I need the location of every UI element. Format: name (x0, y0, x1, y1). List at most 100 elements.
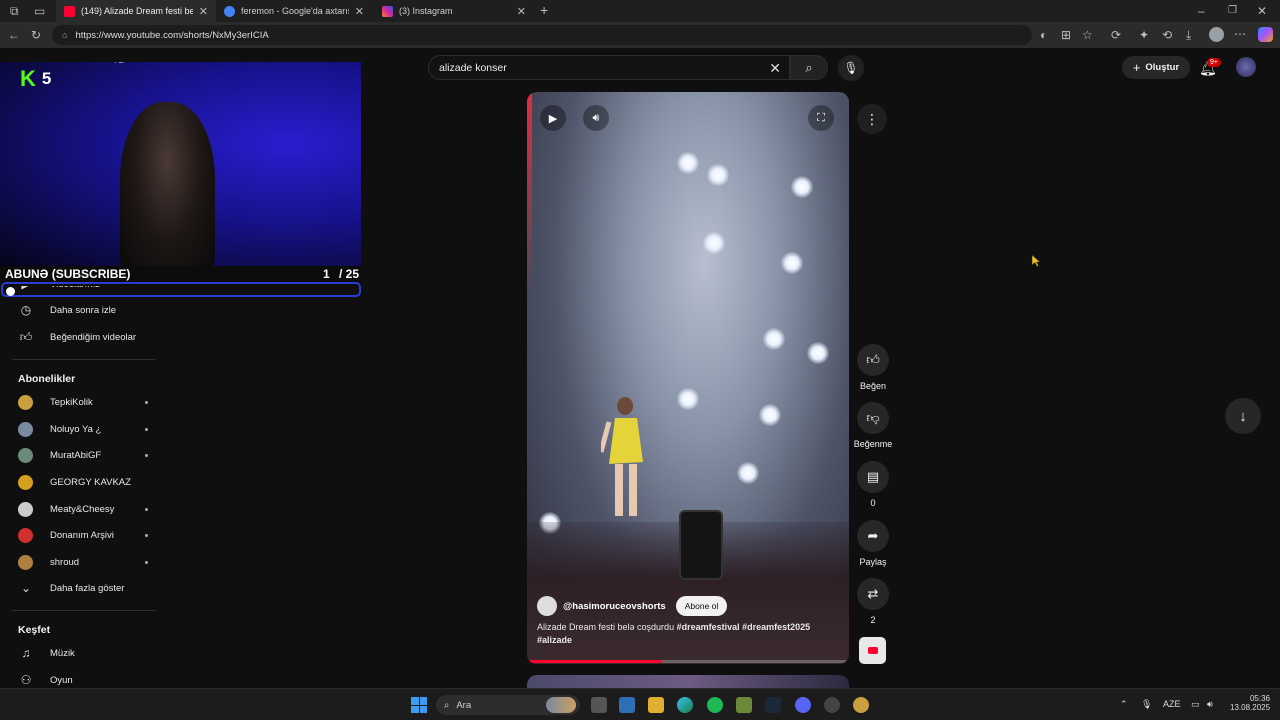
next-video-button[interactable]: ↓ (1225, 398, 1261, 434)
caption-hashtag[interactable]: #alizade (537, 635, 572, 645)
volume-icon[interactable]: 🔊︎ (1207, 699, 1213, 710)
search-button[interactable]: ⌕ (790, 55, 828, 80)
edge-icon[interactable] (677, 697, 693, 713)
app-icon[interactable] (853, 697, 869, 713)
sync-icon[interactable]: ⟳ (1111, 29, 1121, 41)
store-icon[interactable] (619, 697, 635, 713)
remix-action[interactable]: ⇄ 2 (855, 578, 891, 625)
site-info-icon[interactable]: ⌂ (62, 30, 67, 40)
share-action[interactable]: ➦ Paylaş (855, 520, 891, 567)
voice-search-button[interactable]: 🎙︎ (838, 55, 864, 81)
next-short-preview[interactable] (527, 675, 849, 688)
sidebar-item-liked-videos[interactable]: 👍︎ Beğendiğim videolar (18, 325, 148, 349)
stage-light (791, 176, 813, 198)
back-icon[interactable]: ← (8, 29, 20, 41)
like-action[interactable]: 👍︎ Beğen (855, 344, 891, 391)
sidebar-sub-donanim-arsivi[interactable]: Donanım Arşivi (18, 523, 148, 547)
apps-icon[interactable]: ⊞ (1061, 29, 1071, 41)
more-menu-icon[interactable]: ⋯ (1234, 28, 1246, 40)
address-field[interactable]: ⌂ https://www.youtube.com/shorts/NxMy3er… (52, 25, 1032, 45)
fullscreen-icon: ⛶ (817, 111, 825, 124)
fullscreen-button[interactable]: ⛶ (808, 105, 834, 131)
music-note-icon: ♫ (21, 646, 31, 660)
restore-icon[interactable]: ❐ (1228, 5, 1237, 17)
clock[interactable]: 05:36 13.08.2025 (1230, 694, 1270, 712)
volume-button[interactable]: 🔊︎ (583, 105, 609, 131)
game-icon[interactable] (736, 697, 752, 713)
kick-logo: K 5 (20, 66, 51, 92)
channel-row: @hasimoruceovshorts Abone ol (537, 596, 728, 616)
close-tab-icon[interactable]: ✕ (355, 5, 364, 18)
minimize-icon[interactable]: – (1198, 5, 1205, 17)
language-indicator[interactable]: AZE (1163, 699, 1181, 709)
channel-name[interactable]: @hasimoruceovshorts (563, 601, 666, 612)
sidebar-sub-meaty-cheesy[interactable]: Meaty&Cheesy (18, 497, 148, 521)
thumb-down-icon[interactable]: 👎︎ (857, 402, 889, 434)
address-bar-row: ← ↻ ⌂ https://www.youtube.com/shorts/NxM… (0, 22, 1280, 48)
more-vertical-icon: ⋮ (865, 110, 879, 127)
tab-google[interactable]: feremon - Google'da axtarış ✕ (216, 0, 372, 22)
spotify-icon[interactable] (707, 697, 723, 713)
new-tab-icon[interactable]: + (540, 3, 548, 17)
refresh-icon[interactable]: ↻ (31, 29, 41, 41)
play-button[interactable]: ▶ (540, 105, 566, 131)
new-content-dot (145, 533, 148, 537)
dislike-label: Beğenme (853, 439, 893, 449)
close-tab-icon[interactable]: ✕ (199, 5, 208, 18)
sidebar-item-watch-later[interactable]: ◷ Daha sonra izle (18, 298, 148, 322)
file-explorer-icon[interactable] (648, 697, 664, 713)
workspaces-icon[interactable]: ⧉ (10, 5, 19, 17)
video-progress-bar[interactable] (527, 660, 849, 663)
sidebar-sub-tepkikolik[interactable]: TepkiKolik (18, 390, 148, 414)
comments-action[interactable]: ▤ 0 (855, 461, 891, 508)
translate-icon[interactable]: ◐ (1040, 29, 1047, 41)
sidebar-sub-georgy-kavkaz[interactable]: GEORGY KAVKAZ (18, 470, 148, 494)
share-icon[interactable]: ➦ (857, 520, 889, 552)
avatar (18, 394, 33, 410)
remix-icon[interactable]: ⇄ (857, 578, 889, 610)
clock-date: 13.08.2025 (1230, 703, 1271, 712)
task-view-icon[interactable] (591, 697, 607, 713)
sidebar-sub-muratabigf[interactable]: MuratAbiGF (18, 443, 148, 467)
streamer-silhouette (120, 102, 215, 267)
discord-icon[interactable] (795, 697, 811, 713)
extensions-icon[interactable]: ✦ (1139, 29, 1149, 41)
copilot-icon[interactable] (1258, 27, 1273, 42)
dislike-action[interactable]: 👎︎ Beğenme (853, 402, 893, 449)
tab-instagram[interactable]: (3) Instagram ✕ (374, 0, 534, 22)
caption-hashtags[interactable]: #dreamfestival #dreamfest2025 (677, 622, 811, 632)
profile-avatar[interactable] (1209, 27, 1224, 42)
more-options-button[interactable]: ⋮ (857, 104, 887, 134)
sidebar-sub-noluyo[interactable]: Noluyo Ya ¿ (18, 417, 148, 441)
download-icon[interactable]: ⤓ (1186, 29, 1191, 41)
account-avatar[interactable] (1236, 57, 1256, 77)
search-icon: ⌕ (805, 59, 813, 75)
chrome-icon[interactable] (824, 697, 840, 713)
favorite-star-icon[interactable]: ☆ (1082, 29, 1093, 41)
close-icon[interactable]: ✕ (769, 60, 781, 77)
sidebar-item-music[interactable]: ♫ Müzik (18, 641, 148, 665)
sidebar-show-more[interactable]: ⌄ Daha fazla göster (18, 576, 148, 600)
tray-overflow-icon[interactable]: ⌃ (1120, 699, 1128, 710)
search-input[interactable]: alizade konser ✕ (428, 55, 790, 80)
tab-actions-icon[interactable]: ▭ (34, 5, 45, 17)
mic-icon[interactable]: 🎙︎ (1141, 699, 1152, 710)
tab-youtube[interactable]: (149) Alizade Dream festi belə coşdurdu … (56, 0, 216, 22)
display-icon[interactable]: ▭ (1191, 699, 1200, 710)
steam-icon[interactable] (765, 697, 781, 713)
sidebar-item-gaming[interactable]: ⚇ Oyun (18, 668, 148, 688)
taskbar-search[interactable]: ⌕ Ara (436, 695, 580, 715)
sidebar-divider (12, 359, 156, 360)
shorts-video-player[interactable]: ▶ 🔊︎ ⛶ @hasimoruceovshorts Abone ol Aliz… (527, 92, 849, 664)
create-button[interactable]: + Oluştur (1122, 56, 1190, 79)
close-window-icon[interactable]: ✕ (1257, 5, 1267, 17)
close-tab-icon[interactable]: ✕ (517, 5, 526, 18)
subscribe-button[interactable]: Abone ol (675, 596, 728, 616)
sidebar-sub-shroud[interactable]: shroud (18, 550, 148, 574)
sound-thumbnail[interactable] (859, 637, 886, 664)
history-icon[interactable]: ⟲ (1162, 29, 1172, 41)
start-icon[interactable] (411, 697, 427, 713)
thumb-up-icon[interactable]: 👍︎ (857, 344, 889, 376)
channel-avatar[interactable] (537, 596, 557, 616)
comment-icon[interactable]: ▤ (857, 461, 889, 493)
